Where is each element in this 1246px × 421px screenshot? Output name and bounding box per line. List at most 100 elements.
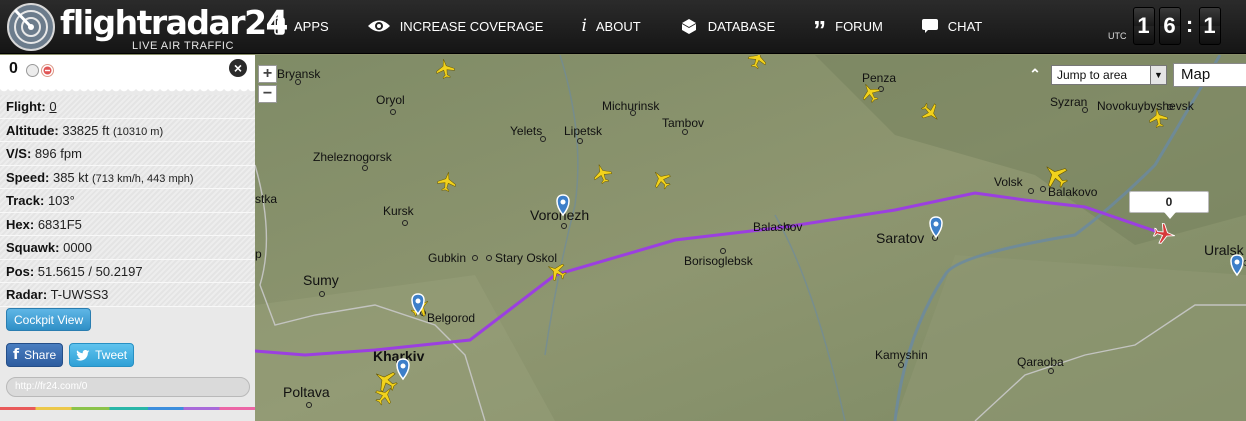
share-buttons: f Share Tweet (6, 343, 140, 367)
radar-logo-icon (7, 3, 55, 51)
zoom-in-button[interactable]: + (258, 65, 277, 83)
detail-row-altitude: Altitude: 33825 ft (10310 m) (0, 118, 255, 142)
flight-details: Flight: 0 Altitude: 33825 ft (10310 m) V… (0, 95, 255, 307)
city-kamyshin: Kamyshin (875, 348, 928, 362)
detail-label: Flight: (6, 99, 46, 114)
map-controls: ⌃ Jump to area ▼ Map (1025, 63, 1246, 87)
city-borisoglebsk: Borisoglebsk (684, 254, 754, 268)
close-panel-button[interactable]: × (229, 59, 247, 77)
city-michurinsk: Michurinsk (602, 99, 660, 113)
twitter-bird-icon (76, 349, 90, 361)
city-lipetsk: Lipetsk (564, 124, 603, 138)
city-tambov: Tambov (662, 116, 704, 130)
logo-tagline: LIVE AIR TRAFFIC (132, 40, 234, 52)
share-label: Share (24, 348, 57, 362)
quote-icon: ” (813, 15, 827, 45)
nav-about-label: ABOUT (595, 18, 641, 34)
cockpit-view-button[interactable]: Cockpit View (6, 308, 92, 331)
chevron-up-icon[interactable]: ⌃ (1025, 65, 1045, 85)
zoom-out-button[interactable]: − (258, 85, 277, 103)
facebook-share-button[interactable]: f Share (6, 343, 64, 367)
jump-to-area-value: Jump to area (1057, 68, 1128, 82)
detail-value: 51.5615 / 50.2197 (37, 263, 143, 279)
detail-value: 385 kt (52, 169, 89, 185)
city-novokuybyshevsk: Novokuybyshevsk (1097, 99, 1195, 113)
detail-extra: (713 km/h, 443 mph) (92, 172, 194, 185)
zoom-controls: + − (258, 65, 277, 103)
detail-label: Radar: (6, 287, 48, 302)
flight-info-panel: 0 × Flight: 0 Altitude: 33825 ft (10310 … (0, 55, 255, 421)
top-bar: flightradar24 LIVE AIR TRAFFIC APPS INCR… (0, 0, 1246, 54)
flight-map[interactable]: Bryansk Oryol Michurinsk Tambov Penza Sy… (255, 55, 1246, 421)
city-poltava: Poltava (283, 384, 330, 400)
detail-row-track: Track: 103° (0, 189, 255, 213)
cockpit-wrap: Cockpit View (6, 308, 92, 331)
city-label-edge: stka (255, 192, 277, 206)
detail-extra: (10310 m) (112, 125, 164, 138)
info-toggle-icon[interactable] (26, 64, 39, 77)
clock-zone: UTC (1108, 31, 1127, 41)
nav-database[interactable]: DATABASE (679, 17, 775, 35)
detail-row-pos: Pos: 51.5615 / 50.2197 (0, 259, 255, 283)
city-saratov: Saratov (876, 230, 924, 246)
color-strip (0, 407, 255, 410)
city-qaraoba: Qaraoba (1017, 355, 1064, 369)
panel-header: 0 × (0, 55, 255, 95)
share-link-field[interactable]: http://fr24.com/0 (6, 377, 250, 397)
detail-row-speed: Speed: 385 kt (713 km/h, 443 mph) (0, 165, 255, 189)
terrain-shade (895, 255, 1246, 421)
detail-label: Altitude: (6, 122, 59, 138)
flightradar24-logo[interactable]: flightradar24 LIVE AIR TRAFFIC (6, 2, 289, 52)
nav-apps-label: APPS (294, 18, 329, 34)
nav-forum-label: FORUM (835, 18, 883, 34)
city-stary-oskol: Stary Oskol (495, 251, 557, 265)
tweet-button[interactable]: Tweet (69, 343, 135, 367)
map-canvas: Bryansk Oryol Michurinsk Tambov Penza Sy… (255, 55, 1246, 421)
detail-value: 0000 (63, 240, 93, 255)
map-type-select[interactable]: Map (1173, 63, 1246, 87)
nav-forum[interactable]: ” FORUM (813, 15, 883, 45)
phone-icon (274, 17, 285, 35)
clock-colon: : (1185, 12, 1194, 37)
info-icon: i (581, 16, 587, 36)
stop-icon[interactable] (41, 64, 54, 77)
flight-link[interactable]: 0 (49, 99, 56, 114)
clock-digit: 6 (1158, 7, 1181, 45)
nav-about[interactable]: i ABOUT (581, 16, 641, 36)
clock-digit: 1 (1198, 7, 1221, 45)
flight-title: 0 (9, 60, 18, 77)
city-yelets: Yelets (510, 124, 542, 138)
city-balashov: Balashov (753, 220, 802, 234)
tweet-label: Tweet (95, 348, 128, 362)
nav-increase-coverage[interactable]: INCREASE COVERAGE (367, 17, 543, 35)
selected-flight-tag[interactable]: 0 (1129, 191, 1209, 219)
city-belgorod: Belgorod (427, 311, 475, 325)
detail-label: Hex: (6, 216, 35, 232)
detail-row-hex: Hex: 6831F5 (0, 212, 255, 236)
detail-row-squawk: Squawk: 0000 (0, 236, 255, 260)
eye-icon (367, 17, 391, 35)
detail-value: 6831F5 (37, 216, 82, 232)
database-icon (679, 17, 699, 35)
city-kursk: Kursk (383, 204, 415, 218)
detail-value: 33825 ft (62, 122, 110, 138)
city-balakovo: Balakovo (1048, 185, 1098, 199)
chat-bubble-icon (921, 17, 939, 35)
facebook-icon: f (13, 347, 20, 363)
detail-label: Pos: (6, 263, 35, 279)
nav-database-label: DATABASE (707, 18, 776, 34)
clock-digit: 1 (1132, 7, 1155, 45)
jump-to-area-select[interactable]: Jump to area ▼ (1051, 65, 1167, 85)
detail-value: 103° (47, 193, 75, 208)
city-label-edge: p (255, 247, 262, 261)
logo-text: flightradar24 (60, 3, 289, 42)
city-volsk: Volsk (994, 175, 1024, 189)
main-nav: APPS INCREASE COVERAGE i ABOUT DATABASE … (274, 0, 1020, 52)
utc-clock: UTC 1 6 : 1 (1108, 5, 1225, 45)
nav-chat[interactable]: CHAT (921, 17, 982, 35)
city-syzran: Syzran (1050, 95, 1087, 109)
nav-chat-label: CHAT (947, 18, 983, 34)
city-sumy: Sumy (303, 272, 339, 288)
nav-apps[interactable]: APPS (274, 17, 329, 35)
detail-row-radar: Radar: T-UWSS3 (0, 283, 255, 307)
